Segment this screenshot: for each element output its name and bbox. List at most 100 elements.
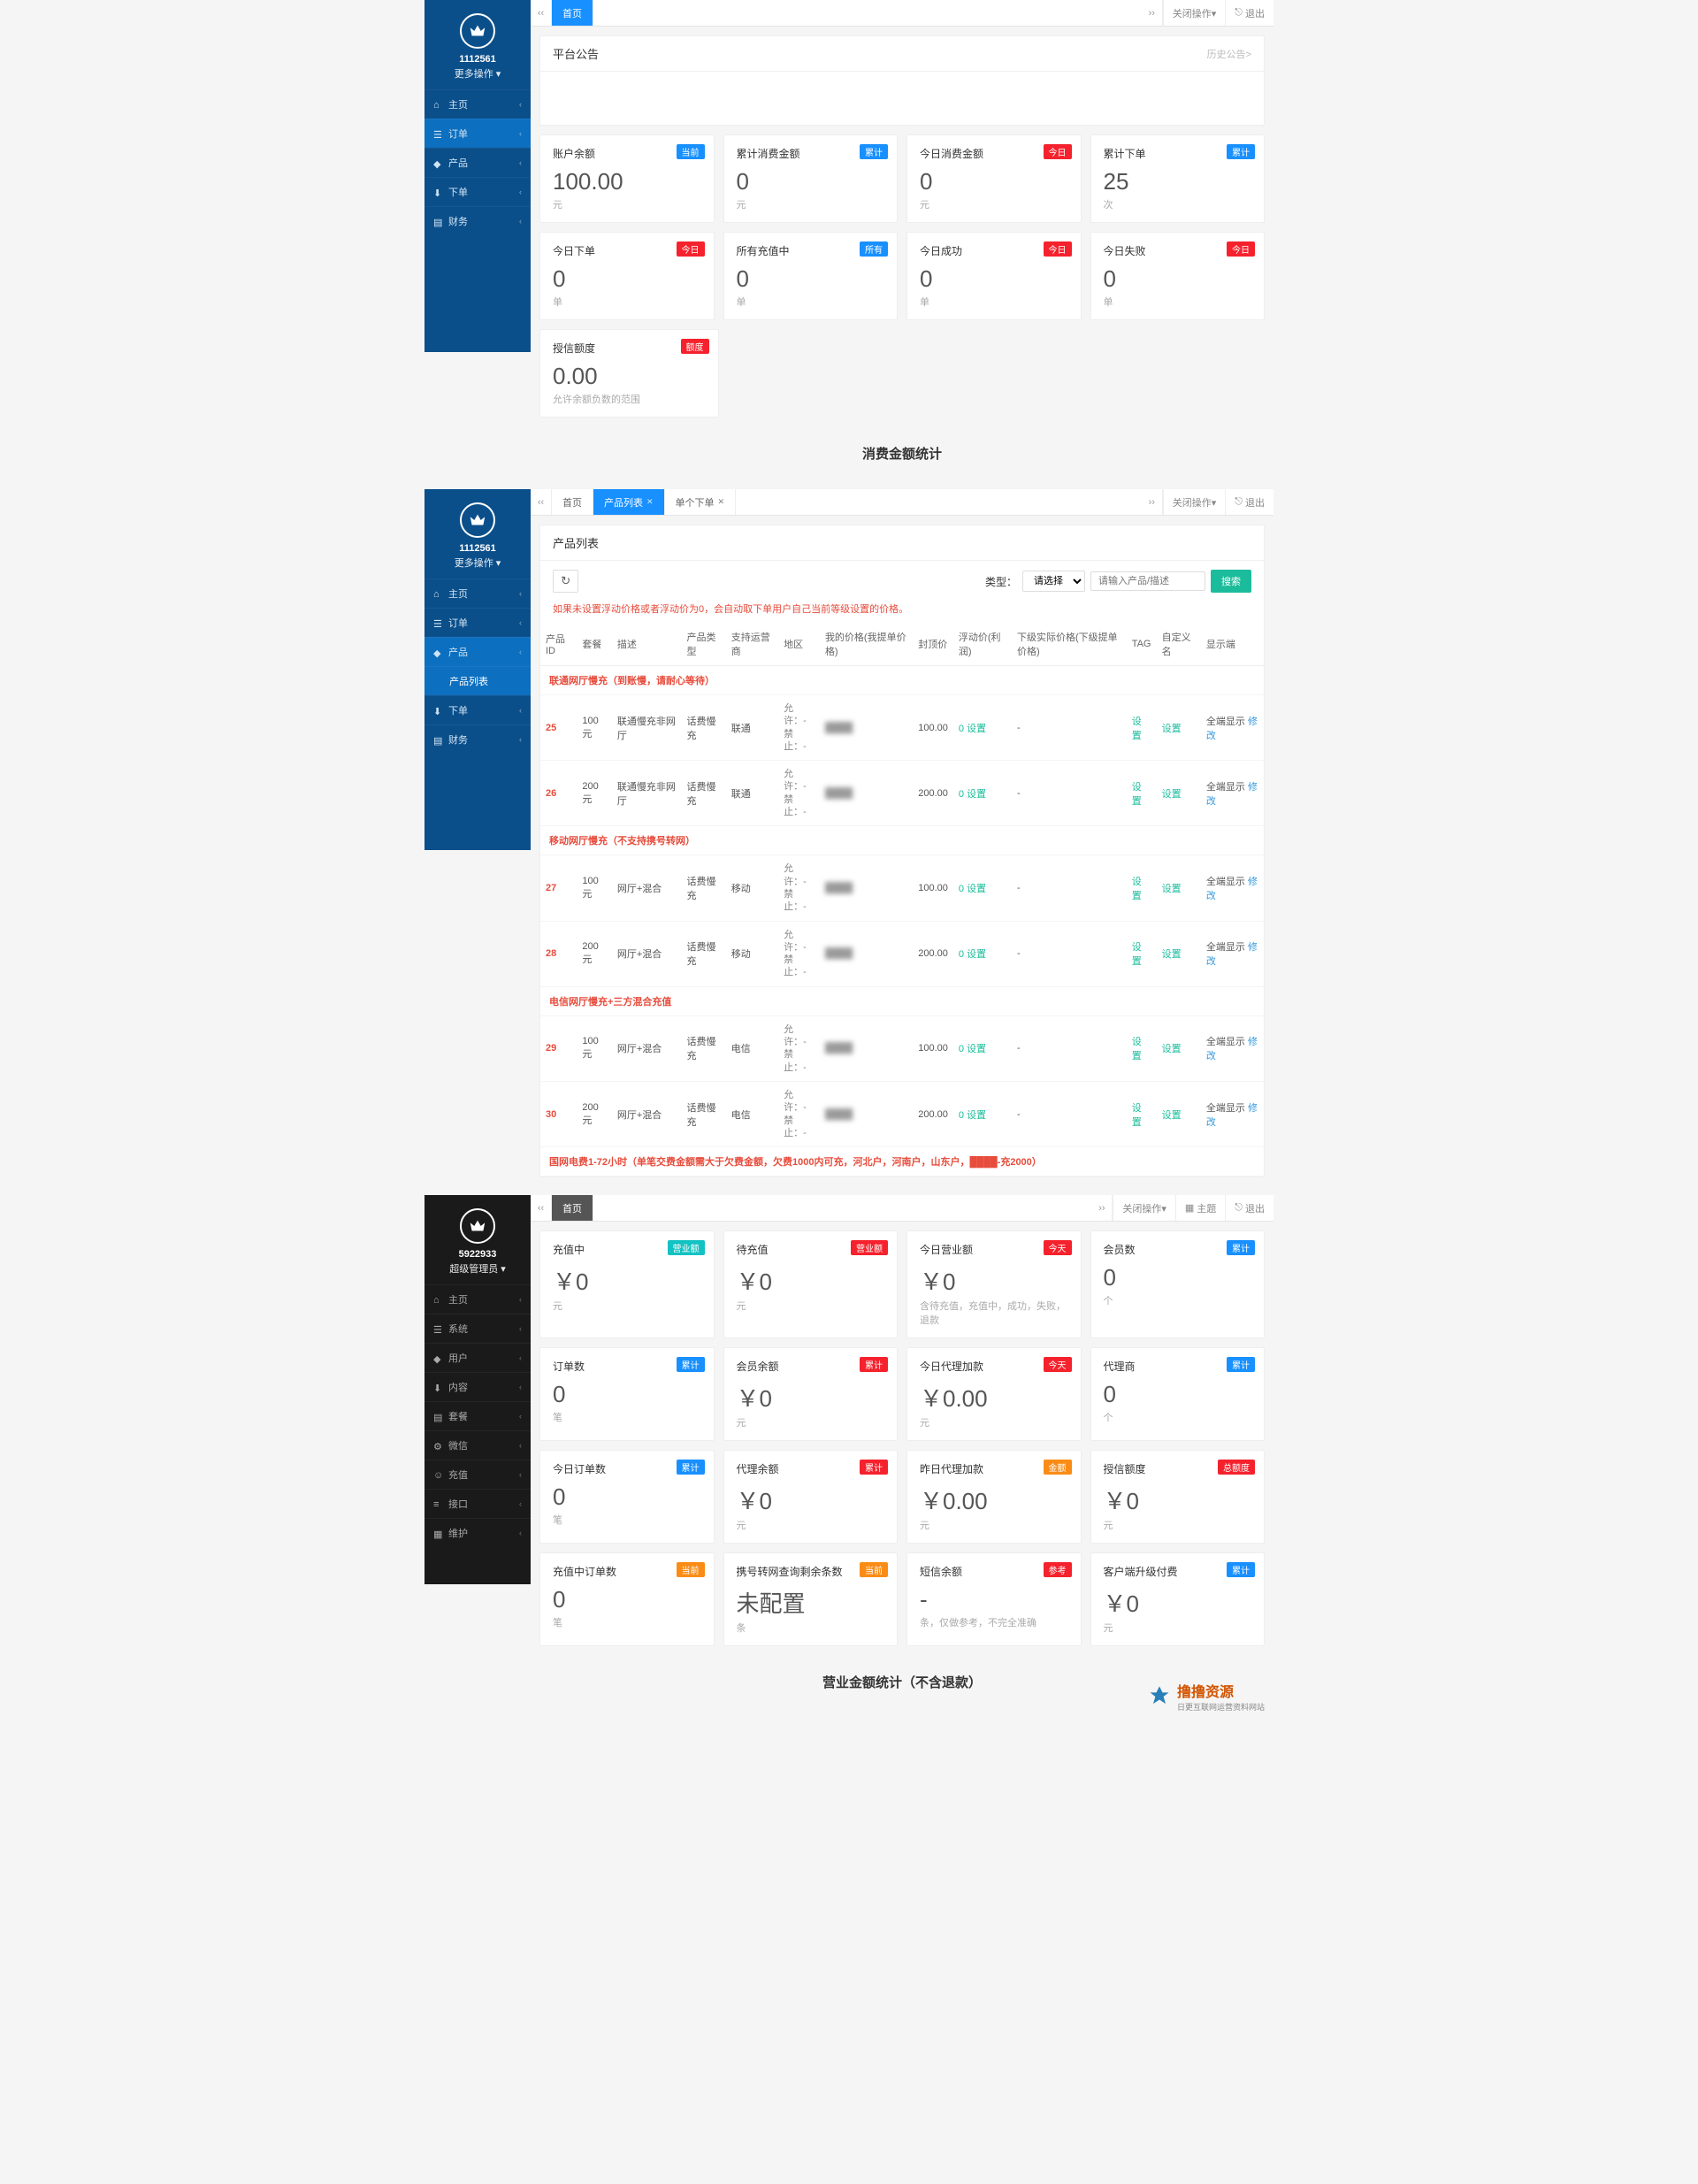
- tab-home[interactable]: 首页: [552, 0, 593, 26]
- type-label: 类型：: [985, 574, 1017, 589]
- exit-btn[interactable]: ⎋退出: [1225, 489, 1274, 515]
- tab-home[interactable]: 首页: [552, 1195, 593, 1221]
- nav-主页[interactable]: ⌂主页‹: [424, 89, 531, 119]
- chevron-icon: ‹: [519, 158, 522, 167]
- name-set[interactable]: 设置: [1162, 789, 1182, 800]
- search-button[interactable]: 搜索: [1211, 570, 1251, 593]
- more-ops[interactable]: 更多操作 ▾: [455, 66, 501, 80]
- modify-link[interactable]: 修改: [1206, 877, 1258, 901]
- nav-产品[interactable]: ◆产品‹: [424, 148, 531, 177]
- nav-维护[interactable]: ▦维护‹: [424, 1518, 531, 1547]
- modify-link[interactable]: 修改: [1206, 1037, 1258, 1061]
- role-label[interactable]: 超级管理员 ▾: [449, 1261, 506, 1276]
- tag-set[interactable]: 设置: [1132, 717, 1142, 741]
- float-set[interactable]: 0 设置: [959, 1110, 986, 1121]
- name-set[interactable]: 设置: [1162, 949, 1182, 960]
- tab-single-order[interactable]: 单个下单✕: [665, 489, 737, 515]
- logo-block: 1112561 更多操作 ▾: [424, 489, 531, 579]
- float-set[interactable]: 0 设置: [959, 949, 986, 960]
- exit-btn[interactable]: ⎋退出: [1225, 0, 1274, 26]
- nav-icon: ▤: [433, 217, 443, 226]
- dashboard-admin: 5922933 超级管理员 ▾ ⌂主页‹☰系统‹◆用户‹⬇内容‹▤套餐‹⚙微信‹…: [424, 1195, 1274, 1718]
- float-set[interactable]: 0 设置: [959, 1044, 986, 1054]
- tab-product-list[interactable]: 产品列表✕: [593, 489, 665, 515]
- nav-icon: ⌂: [433, 1295, 443, 1305]
- chevron-icon: ‹: [519, 706, 522, 715]
- name-set[interactable]: 设置: [1162, 1110, 1182, 1121]
- group-header: 移动网厅慢充（不支持携号转网）: [540, 826, 1264, 855]
- tab-home[interactable]: 首页: [552, 489, 593, 515]
- nav-系统[interactable]: ☰系统‹: [424, 1314, 531, 1343]
- refresh-button[interactable]: ↻: [553, 570, 578, 593]
- close-ops[interactable]: 关闭操作▾: [1113, 1195, 1175, 1221]
- tag-set[interactable]: 设置: [1132, 1037, 1142, 1061]
- search-input[interactable]: [1090, 571, 1205, 591]
- name-set[interactable]: 设置: [1162, 1044, 1182, 1054]
- tag-set[interactable]: 设置: [1132, 1103, 1142, 1128]
- nav-内容[interactable]: ⬇内容‹: [424, 1372, 531, 1401]
- name-set[interactable]: 设置: [1162, 884, 1182, 894]
- nav-财务[interactable]: ▤财务‹: [424, 724, 531, 754]
- name-set[interactable]: 设置: [1162, 724, 1182, 734]
- nav-订单[interactable]: ☰订单‹: [424, 119, 531, 148]
- theme-btn[interactable]: ▦主题: [1175, 1195, 1225, 1221]
- close-icon[interactable]: ✕: [646, 497, 654, 507]
- nav-主页[interactable]: ⌂主页‹: [424, 579, 531, 608]
- nav-主页[interactable]: ⌂主页‹: [424, 1284, 531, 1314]
- float-set[interactable]: 0 设置: [959, 724, 986, 734]
- tabs-next[interactable]: ››: [1091, 1195, 1113, 1221]
- nav-icon: ◆: [433, 158, 443, 168]
- nav-icon: ⌂: [433, 589, 443, 599]
- group-header: 联通网厅慢充（到账慢，请耐心等待）: [540, 666, 1264, 695]
- tag-set[interactable]: 设置: [1132, 877, 1142, 901]
- nav-产品[interactable]: ◆产品‹: [424, 637, 531, 666]
- modify-link[interactable]: 修改: [1206, 1103, 1258, 1128]
- nav-套餐[interactable]: ▤套餐‹: [424, 1401, 531, 1430]
- stat-card: 充值中营业额￥0元: [539, 1230, 715, 1338]
- warning-text: 如果未设置浮动价格或者浮动价为0，会自动取下单用户自己当前等级设置的价格。: [540, 602, 1264, 623]
- tabs-next[interactable]: ››: [1142, 0, 1163, 26]
- nav-充值[interactable]: ☺充值‹: [424, 1460, 531, 1489]
- topbar: ‹‹ 首页 ›› 关闭操作▾ ⎋退出: [531, 0, 1274, 27]
- watermark-icon: [1147, 1684, 1172, 1709]
- modify-link[interactable]: 修改: [1206, 717, 1258, 741]
- close-ops[interactable]: 关闭操作▾: [1163, 489, 1226, 515]
- tabs-prev[interactable]: ‹‹: [531, 489, 552, 515]
- exit-btn[interactable]: ⎋退出: [1225, 1195, 1274, 1221]
- type-select[interactable]: 请选择: [1022, 571, 1085, 592]
- stat-card: 今日下单今日0单: [539, 232, 715, 320]
- nav-icon: ⬇: [433, 706, 443, 716]
- notice-history[interactable]: 历史公告>: [1207, 47, 1251, 61]
- nav-icon: ⚙: [433, 1441, 443, 1451]
- nav-icon: ☰: [433, 618, 443, 628]
- tabs-prev[interactable]: ‹‹: [531, 1195, 552, 1221]
- float-set[interactable]: 0 设置: [959, 884, 986, 894]
- nav-icon: ⬇: [433, 1383, 443, 1392]
- nav-微信[interactable]: ⚙微信‹: [424, 1430, 531, 1460]
- tabs-next[interactable]: ››: [1142, 489, 1163, 515]
- tag-set[interactable]: 设置: [1132, 942, 1142, 967]
- nav-订单[interactable]: ☰订单‹: [424, 608, 531, 637]
- nav-接口[interactable]: ≡接口‹: [424, 1489, 531, 1518]
- tabs-prev[interactable]: ‹‹: [531, 0, 552, 26]
- nav-财务[interactable]: ▤财务‹: [424, 206, 531, 235]
- close-icon[interactable]: ✕: [718, 497, 725, 507]
- chevron-icon: ‹: [519, 1499, 522, 1508]
- table-row: 27100元网厅+混合话费慢充移动允许：-禁止：-████100.000 设置-…: [540, 855, 1264, 921]
- nav-下单[interactable]: ⬇下单‹: [424, 177, 531, 206]
- user-id: 1112561: [424, 54, 531, 65]
- modify-link[interactable]: 修改: [1206, 942, 1258, 967]
- nav-sub-产品列表[interactable]: 产品列表: [424, 666, 531, 695]
- logo-block: 5922933 超级管理员 ▾: [424, 1195, 531, 1284]
- float-set[interactable]: 0 设置: [959, 789, 986, 800]
- nav-用户[interactable]: ◆用户‹: [424, 1343, 531, 1372]
- nav-下单[interactable]: ⬇下单‹: [424, 695, 531, 724]
- tag-set[interactable]: 设置: [1132, 782, 1142, 807]
- stat-card: 今日成功今日0单: [906, 232, 1082, 320]
- stat-card: 今日营业额今天￥0含待充值，充值中，成功，失败，退款: [906, 1230, 1082, 1338]
- more-ops[interactable]: 更多操作 ▾: [455, 556, 501, 570]
- close-ops[interactable]: 关闭操作▾: [1163, 0, 1226, 26]
- stat-card: 累计消费金额累计0元: [723, 134, 899, 223]
- product-panel: 产品列表 ↻ 类型： 请选择 搜索 如果未设置浮动价格或者浮动价为0，会自动取下…: [539, 525, 1265, 1177]
- modify-link[interactable]: 修改: [1206, 782, 1258, 807]
